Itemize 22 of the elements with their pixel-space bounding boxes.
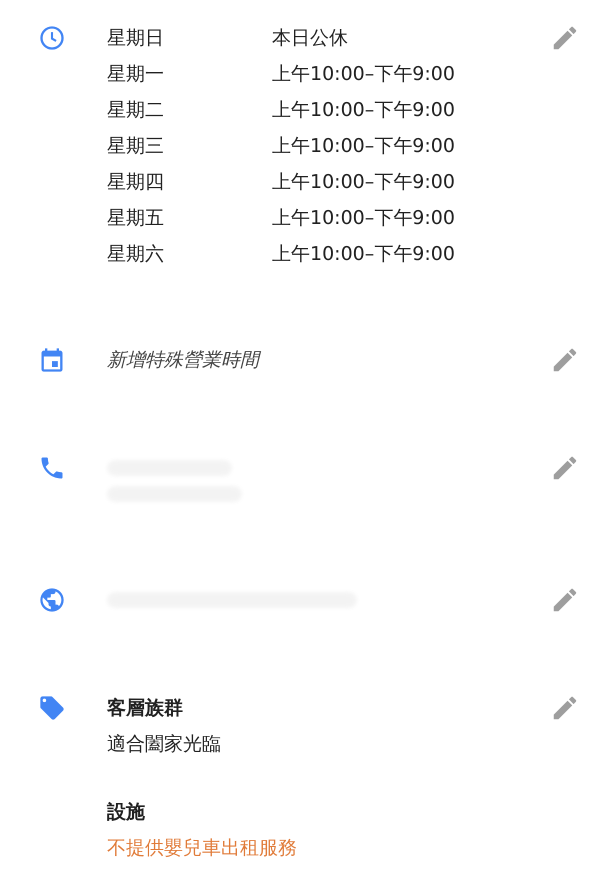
hours-text: 上午10:00–下午9:00: [272, 134, 455, 159]
hours-text: 上午10:00–下午9:00: [272, 98, 455, 123]
attribute-heading: 客層族群: [107, 696, 184, 721]
tag-icon: [38, 694, 66, 722]
clock-icon: [38, 24, 66, 52]
day-label: 星期日: [107, 26, 165, 51]
hours-text: 上午10:00–下午9:00: [272, 62, 455, 87]
day-label: 星期四: [107, 170, 165, 195]
hours-text: 上午10:00–下午9:00: [272, 242, 455, 267]
hours-text: 上午10:00–下午9:00: [272, 170, 455, 195]
hours-text: 上午10:00–下午9:00: [272, 206, 455, 231]
attribute-value: 適合闔家光臨: [107, 732, 222, 757]
attribute-value: 不提供嬰兒車出租服務: [107, 836, 298, 861]
add-special-hours-link[interactable]: 新增特殊營業時間: [107, 349, 259, 371]
globe-icon: [38, 586, 66, 614]
day-label: 星期六: [107, 242, 165, 267]
day-label: 星期三: [107, 134, 165, 159]
day-label: 星期一: [107, 62, 165, 87]
attribute-heading: 設施: [107, 800, 146, 825]
hours-text: 本日公休: [272, 26, 348, 51]
day-label: 星期五: [107, 206, 165, 231]
day-label: 星期二: [107, 98, 165, 123]
